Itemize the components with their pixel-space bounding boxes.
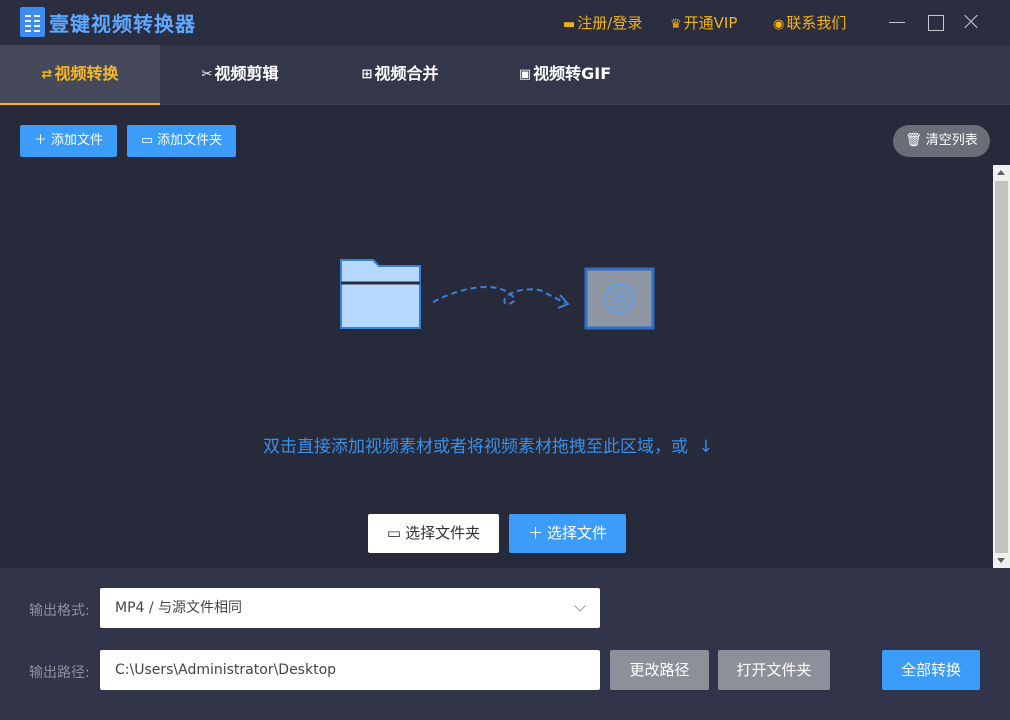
coin-icon: ◉ — [773, 17, 785, 32]
merge-icon: ⊞ — [361, 67, 373, 82]
drop-hint: 双击直接添加视频素材或者将视频素材拖拽至此区域，或 ↓ — [263, 432, 713, 457]
dashed-arrow-icon — [432, 286, 570, 309]
tab-video-merge[interactable]: ⊞ 视频合并 — [330, 45, 470, 105]
select-folder-label: 选择文件夹 — [405, 524, 481, 542]
arrow-down-icon: ↓ — [693, 437, 714, 457]
file-list-scrollbar[interactable] — [993, 165, 1010, 568]
plus-icon: ＋ — [527, 524, 543, 542]
add-file-label: 添加文件 — [51, 133, 104, 148]
clear-list-label: 清空列表 — [925, 133, 978, 148]
vip-label: 开通VIP — [683, 14, 738, 32]
tab-video-gif[interactable]: ▣ 视频转GIF — [495, 45, 635, 105]
tab-label: 视频合并 — [374, 64, 439, 83]
select-folder-button[interactable]: ▭ 选择文件夹 — [368, 514, 499, 553]
vip-link[interactable]: ♛ 开通VIP — [670, 12, 737, 33]
scroll-down-arrow-icon[interactable] — [997, 558, 1005, 563]
trash-icon: 🗑 — [905, 133, 922, 148]
app-title: 壹键视频转换器 — [49, 12, 196, 36]
login-link[interactable]: ▬ 注册/登录 — [563, 12, 642, 33]
clear-list-button[interactable]: 🗑 清空列表 — [893, 125, 990, 157]
maximize-button[interactable] — [923, 10, 947, 34]
drop-hint-text: 双击直接添加视频素材或者将视频素材拖拽至此区域，或 — [263, 437, 688, 457]
contact-label: 联系我们 — [786, 14, 847, 32]
output-format-value: MP4 / 与源文件相同 — [115, 600, 243, 616]
tab-label: 视频转换 — [54, 64, 119, 83]
tab-bar: ⇄ 视频转换 ✂ 视频剪辑 ⊞ 视频合并 ▣ 视频转GIF — [0, 45, 1010, 105]
open-folder-button[interactable]: 打开文件夹 — [718, 650, 830, 690]
tab-video-convert[interactable]: ⇄ 视频转换 — [0, 45, 160, 105]
output-format-label: 输出格式: — [29, 603, 90, 619]
tab-label: 视频剪辑 — [214, 64, 279, 83]
convert-all-button[interactable]: 全部转换 — [882, 650, 980, 690]
add-folder-label: 添加文件夹 — [157, 133, 223, 148]
folder-illustration-icon — [340, 259, 421, 329]
folder-icon: ▭ — [140, 133, 154, 148]
app-logo-icon — [20, 7, 45, 37]
change-path-button[interactable]: 更改路径 — [610, 650, 709, 690]
output-path-label: 输出路径: — [29, 665, 90, 681]
select-file-button[interactable]: ＋选择文件 — [509, 514, 626, 553]
scroll-up-arrow-icon[interactable] — [997, 170, 1005, 175]
crown-icon: ♛ — [670, 17, 682, 32]
add-file-button[interactable]: ＋ 添加文件 — [20, 125, 117, 157]
folder-icon: ▭ — [386, 524, 402, 542]
plus-icon: ＋ — [33, 133, 47, 148]
output-path-input[interactable] — [100, 650, 600, 690]
scroll-thumb[interactable] — [995, 181, 1008, 553]
gif-icon: ▣ — [518, 67, 532, 82]
video-file-illustration-icon — [584, 267, 655, 330]
minimize-button[interactable] — [885, 10, 909, 34]
login-label: 注册/登录 — [577, 14, 643, 32]
convert-icon: ⇄ — [41, 67, 53, 82]
tab-label: 视频转GIF — [533, 64, 612, 83]
contact-link[interactable]: ◉ 联系我们 — [773, 12, 846, 33]
tab-video-edit[interactable]: ✂ 视频剪辑 — [170, 45, 310, 105]
add-folder-button[interactable]: ▭ 添加文件夹 — [127, 125, 236, 157]
scissors-icon: ✂ — [201, 67, 213, 82]
close-button[interactable] — [959, 10, 983, 34]
user-card-icon: ▬ — [563, 17, 576, 32]
title-bar: 壹键视频转换器 ▬ 注册/登录 ♛ 开通VIP ◉ 联系我们 — [0, 0, 1010, 45]
output-format-select[interactable]: MP4 / 与源文件相同 — [100, 588, 600, 628]
select-file-label: 选择文件 — [547, 524, 608, 542]
drop-illustration — [340, 259, 655, 330]
